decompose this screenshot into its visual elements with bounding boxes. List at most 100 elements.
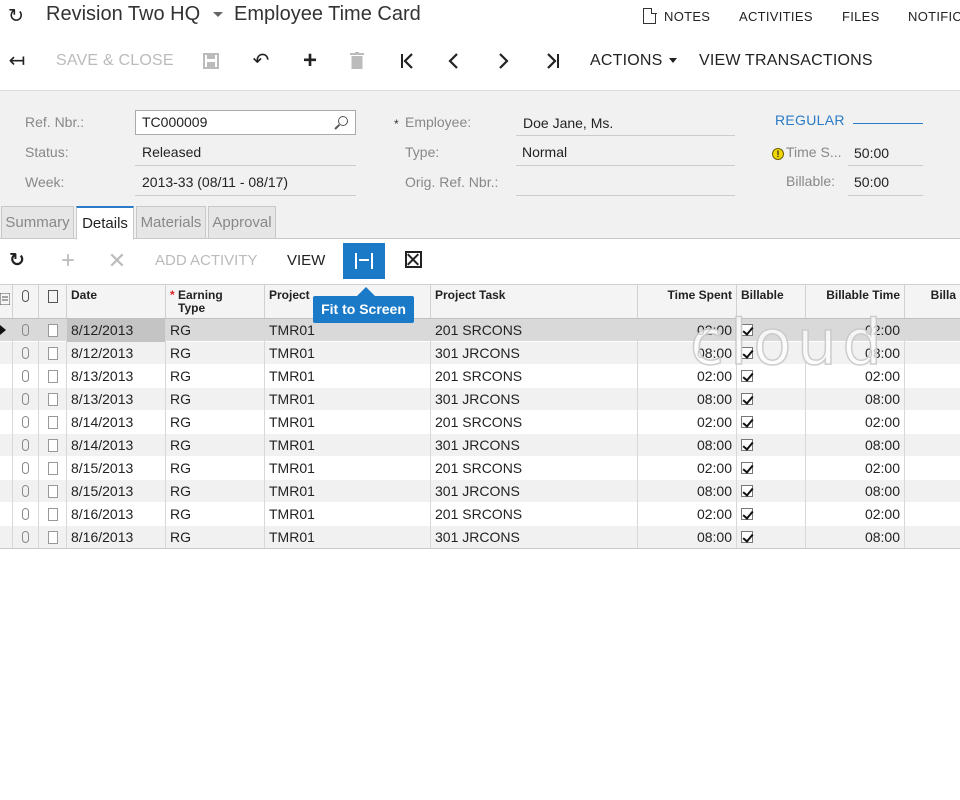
view-button[interactable]: VIEW bbox=[287, 248, 325, 274]
attachment-cell[interactable] bbox=[13, 342, 39, 365]
time-spent-cell[interactable]: 08:00 bbox=[638, 480, 737, 503]
note-cell[interactable] bbox=[39, 365, 67, 388]
attachment-cell[interactable] bbox=[13, 503, 39, 526]
note-cell[interactable] bbox=[39, 319, 67, 342]
project-task-cell[interactable]: 301 JRCONS bbox=[431, 434, 638, 457]
paperclip-icon[interactable] bbox=[22, 531, 29, 543]
notifications-link[interactable]: NOTIFIC bbox=[908, 9, 960, 24]
billable-overtime-cell[interactable] bbox=[905, 503, 960, 526]
earning-type-header[interactable]: * Earning Type bbox=[166, 285, 265, 318]
time-spent-cell[interactable]: 08:00 bbox=[638, 526, 737, 549]
attachment-cell[interactable] bbox=[13, 434, 39, 457]
billable-time-cell[interactable]: 08:00 bbox=[806, 480, 905, 503]
paperclip-icon[interactable] bbox=[22, 347, 29, 359]
date-cell[interactable]: 8/15/2013 bbox=[67, 457, 166, 480]
ref-nbr-field[interactable]: TC000009 bbox=[135, 110, 356, 135]
time-spent-cell[interactable]: 08:00 bbox=[638, 434, 737, 457]
time-spent-cell[interactable]: 02:00 bbox=[638, 411, 737, 434]
note-cell[interactable] bbox=[39, 411, 67, 434]
search-icon[interactable] bbox=[338, 116, 348, 126]
note-cell[interactable] bbox=[39, 480, 67, 503]
billable-cell[interactable] bbox=[737, 480, 806, 503]
back-arrow-icon[interactable]: ↤ bbox=[6, 48, 28, 74]
row-selector[interactable] bbox=[0, 319, 13, 342]
week-value[interactable]: 2013-33 (08/11 - 08/17) bbox=[142, 174, 288, 190]
project-task-cell[interactable]: 201 SRCONS bbox=[431, 319, 638, 342]
billable-overtime-cell[interactable] bbox=[905, 365, 960, 388]
billable-overtime-cell[interactable] bbox=[905, 480, 960, 503]
next-record-icon[interactable] bbox=[492, 48, 514, 74]
project-cell[interactable]: TMR01 bbox=[265, 388, 431, 411]
billable-cell[interactable] bbox=[737, 503, 806, 526]
attachment-cell[interactable] bbox=[13, 388, 39, 411]
earning-type-cell[interactable]: RG bbox=[166, 342, 265, 365]
row-selector[interactable] bbox=[0, 411, 13, 434]
earning-type-cell[interactable]: RG bbox=[166, 434, 265, 457]
project-task-cell[interactable]: 201 SRCONS bbox=[431, 503, 638, 526]
project-task-cell[interactable]: 301 JRCONS bbox=[431, 388, 638, 411]
add-activity-button[interactable]: ADD ACTIVITY bbox=[155, 248, 258, 274]
save-close-button[interactable]: SAVE & CLOSE bbox=[56, 48, 174, 74]
table-row[interactable]: 8/13/2013 RG TMR01 301 JRCONS 08:00 08:00 bbox=[0, 388, 960, 411]
attachment-cell[interactable] bbox=[13, 411, 39, 434]
billable-cell[interactable] bbox=[737, 434, 806, 457]
notes-link[interactable]: NOTES bbox=[664, 9, 710, 24]
view-transactions-button[interactable]: VIEW TRANSACTIONS bbox=[699, 48, 873, 74]
paperclip-icon[interactable] bbox=[22, 485, 29, 497]
billable-checkbox[interactable] bbox=[741, 531, 753, 543]
row-selector[interactable] bbox=[0, 526, 13, 549]
tab-approval[interactable]: Approval bbox=[208, 206, 276, 239]
billable-cell[interactable] bbox=[737, 526, 806, 549]
export-excel-icon[interactable] bbox=[405, 251, 422, 268]
notes-icon[interactable] bbox=[643, 7, 657, 24]
earning-type-cell[interactable]: RG bbox=[166, 411, 265, 434]
row-selector[interactable] bbox=[0, 457, 13, 480]
note-cell[interactable] bbox=[39, 342, 67, 365]
employee-value[interactable]: Doe Jane, Ms. bbox=[523, 115, 613, 131]
table-row[interactable]: 8/14/2013 RG TMR01 301 JRCONS 08:00 08:00 bbox=[0, 434, 960, 457]
project-cell[interactable]: TMR01 bbox=[265, 434, 431, 457]
attachment-cell[interactable] bbox=[13, 319, 39, 342]
actions-menu[interactable]: ACTIONS bbox=[590, 48, 677, 74]
files-link[interactable]: FILES bbox=[842, 9, 880, 24]
table-row[interactable]: 8/15/2013 RG TMR01 301 JRCONS 08:00 08:00 bbox=[0, 480, 960, 503]
billable-overtime-cell[interactable] bbox=[905, 434, 960, 457]
note-cell[interactable] bbox=[39, 526, 67, 549]
add-icon[interactable]: + bbox=[299, 48, 321, 74]
billable-overtime-cell[interactable] bbox=[905, 526, 960, 549]
note-icon[interactable] bbox=[47, 508, 58, 521]
billable-cell[interactable] bbox=[737, 457, 806, 480]
row-selector[interactable] bbox=[0, 480, 13, 503]
paperclip-icon[interactable] bbox=[22, 393, 29, 405]
billable-overtime-cell[interactable] bbox=[905, 411, 960, 434]
row-selector[interactable] bbox=[0, 365, 13, 388]
project-task-cell[interactable]: 301 JRCONS bbox=[431, 342, 638, 365]
project-task-cell[interactable]: 201 SRCONS bbox=[431, 365, 638, 388]
tab-details[interactable]: Details bbox=[76, 206, 134, 240]
time-spent-cell[interactable]: 08:00 bbox=[638, 388, 737, 411]
note-icon[interactable] bbox=[47, 370, 58, 383]
billable-overtime-header[interactable]: Billa bbox=[905, 285, 960, 318]
row-selector[interactable] bbox=[0, 388, 13, 411]
billable-overtime-cell[interactable] bbox=[905, 342, 960, 365]
earning-type-cell[interactable]: RG bbox=[166, 319, 265, 342]
tab-materials[interactable]: Materials bbox=[136, 206, 206, 239]
billable-checkbox[interactable] bbox=[741, 393, 753, 405]
earning-type-cell[interactable]: RG bbox=[166, 457, 265, 480]
billable-checkbox[interactable] bbox=[741, 508, 753, 520]
billable-cell[interactable] bbox=[737, 411, 806, 434]
delete-row-icon[interactable]: ✕ bbox=[106, 248, 128, 274]
date-cell[interactable]: 8/14/2013 bbox=[67, 411, 166, 434]
earning-type-cell[interactable]: RG bbox=[166, 526, 265, 549]
row-selector[interactable] bbox=[0, 434, 13, 457]
paperclip-icon[interactable] bbox=[22, 324, 29, 336]
note-icon[interactable] bbox=[47, 393, 58, 406]
note-icon[interactable] bbox=[47, 462, 58, 475]
project-cell[interactable]: TMR01 bbox=[265, 411, 431, 434]
paperclip-icon[interactable] bbox=[22, 462, 29, 474]
earning-type-cell[interactable]: RG bbox=[166, 388, 265, 411]
paperclip-icon[interactable] bbox=[22, 439, 29, 451]
paperclip-icon[interactable] bbox=[22, 416, 29, 428]
earning-type-cell[interactable]: RG bbox=[166, 480, 265, 503]
project-task-cell[interactable]: 201 SRCONS bbox=[431, 411, 638, 434]
